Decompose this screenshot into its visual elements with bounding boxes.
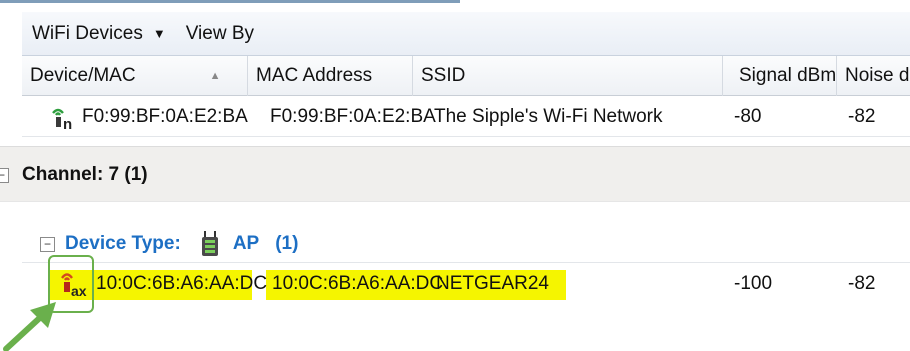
table-row[interactable]: n F0:99:BF:0A:E2:BA F0:99:BF:0A:E2:BA Th… <box>22 98 910 136</box>
column-header-mac-address[interactable]: MAC Address <box>248 56 413 96</box>
collapse-device-type-icon[interactable]: − <box>40 236 55 252</box>
device-badge: n <box>63 116 72 131</box>
column-header-device-mac[interactable]: Device/MAC ▲ <box>22 56 248 96</box>
column-header-noise-label: Noise dB <box>845 65 910 86</box>
column-header-row: Device/MAC ▲ MAC Address SSID Signal dBm… <box>22 56 910 96</box>
column-header-ssid-label: SSID <box>421 65 466 86</box>
column-header-mac-address-label: MAC Address <box>256 65 373 86</box>
device-type-count: (1) <box>275 233 299 254</box>
view-by-menu[interactable]: View By <box>176 23 264 45</box>
ssid-cell: The Sipple's Wi-Fi Network <box>434 106 663 127</box>
wifi-device-icon: n <box>50 98 76 136</box>
window-top-border <box>0 0 460 3</box>
column-header-signal-label: Signal dBm <box>739 65 837 86</box>
column-header-signal[interactable]: Signal dBm <box>723 56 837 96</box>
annotation-arrow-icon <box>3 302 56 351</box>
view-by-label: View By <box>185 22 255 44</box>
wifi-devices-label: WiFi Devices <box>32 22 143 44</box>
column-header-noise[interactable]: Noise dB <box>837 56 910 96</box>
column-header-ssid[interactable]: SSID <box>413 56 723 96</box>
menu-bar: WiFi Devices ▼ View By <box>22 12 910 56</box>
dropdown-caret-icon: ▼ <box>152 26 166 41</box>
table-row-highlighted[interactable]: ax 10:0C:6B:A6:AA:DC 10:0C:6B:A6:AA:DC N… <box>22 262 910 306</box>
mac-address-cell: F0:99:BF:0A:E2:BA <box>270 106 436 127</box>
device-mac-cell: F0:99:BF:0A:E2:BA <box>82 106 248 127</box>
device-type-label: Device Type: <box>65 233 181 254</box>
sort-ascending-icon: ▲ <box>209 70 221 82</box>
noise-cell: -82 <box>848 273 876 294</box>
access-point-icon <box>201 231 219 257</box>
wifi-devices-menu[interactable]: WiFi Devices ▼ <box>22 23 176 45</box>
signal-cell: -80 <box>734 106 762 127</box>
noise-cell: -82 <box>848 106 876 127</box>
mac-address-cell: 10:0C:6B:A6:AA:DC <box>272 273 444 294</box>
ssid-cell: NETGEAR24 <box>436 273 549 294</box>
device-mac-cell: 10:0C:6B:A6:AA:DC <box>96 273 268 294</box>
collapse-channel-icon[interactable]: − <box>0 168 9 183</box>
column-header-device-mac-label: Device/MAC <box>30 65 136 86</box>
channel-group-header[interactable]: − Channel: 7 (1) <box>0 146 910 202</box>
channel-group-label: Channel: 7 (1) <box>22 164 148 185</box>
device-type-value: AP <box>232 233 260 254</box>
signal-cell: -100 <box>734 273 773 294</box>
row-divider <box>22 136 910 137</box>
